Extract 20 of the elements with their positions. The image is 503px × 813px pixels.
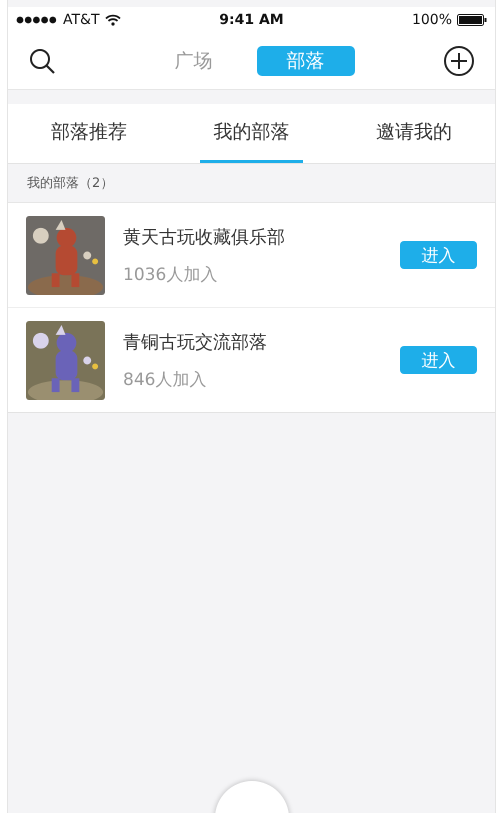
segment-tab[interactable]: 部落 bbox=[256, 46, 354, 76]
wifi-icon bbox=[104, 14, 121, 26]
member-count: 846人加入 bbox=[123, 368, 208, 390]
tab[interactable]: 邀请我的 bbox=[362, 104, 465, 163]
section-header: 我的部落（2） bbox=[27, 175, 114, 192]
tab[interactable]: 我的部落 bbox=[200, 104, 303, 163]
segment-tab[interactable]: 广场 bbox=[144, 46, 242, 76]
tribe-name: 青铜古玩交流部落 bbox=[123, 330, 268, 354]
member-count: 1036人加入 bbox=[123, 264, 218, 286]
add-icon[interactable] bbox=[443, 45, 475, 77]
status-time: 9:41 AM bbox=[219, 12, 284, 28]
battery-percent: 100% bbox=[412, 12, 452, 28]
enter-button[interactable]: 进入 bbox=[400, 241, 477, 269]
battery-icon bbox=[457, 14, 487, 26]
search-icon[interactable] bbox=[28, 47, 56, 75]
enter-button[interactable]: 进入 bbox=[400, 346, 477, 374]
signal-icon bbox=[16, 16, 58, 24]
carrier-text: AT&T bbox=[63, 12, 100, 28]
tab[interactable]: 部落推荐 bbox=[38, 104, 140, 163]
tribe-name: 黄天古玩收藏俱乐部 bbox=[123, 226, 286, 248]
